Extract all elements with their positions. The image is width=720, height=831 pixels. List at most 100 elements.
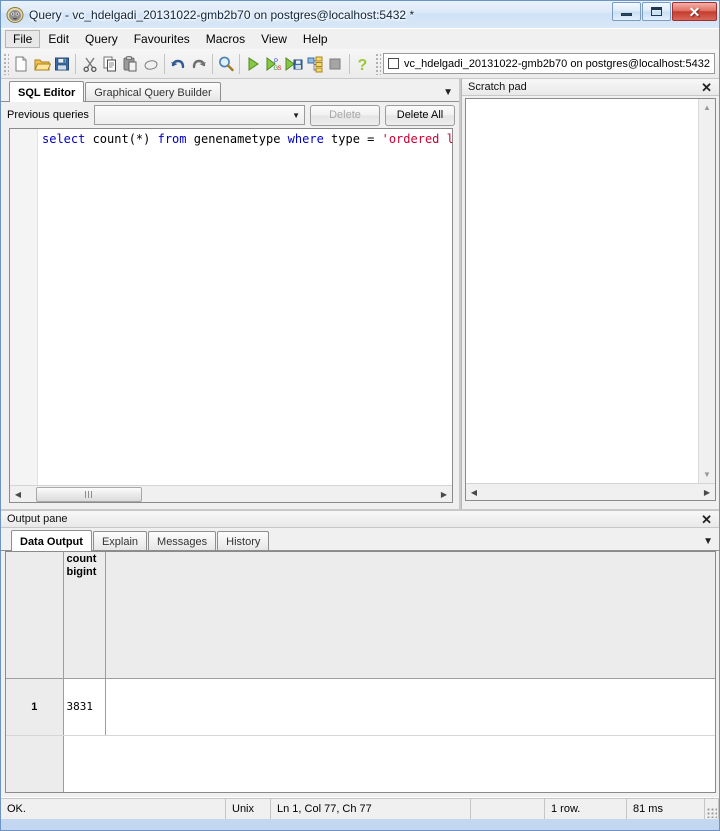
menu-item-query[interactable]: Query: [77, 30, 126, 48]
sql-text-editor[interactable]: select count(*) from genenametype where …: [9, 128, 453, 503]
connection-combo[interactable]: vc_hdelgadi_20131022-gmb2b70 on postgres…: [382, 53, 715, 74]
chevron-down-icon[interactable]: ▼: [703, 536, 713, 547]
toolbar-separator: [75, 53, 77, 74]
close-x-icon[interactable]: ✕: [698, 81, 715, 94]
eraser-icon[interactable]: [141, 52, 161, 76]
close-x-icon: ✕: [688, 3, 701, 20]
delete-button[interactable]: Delete: [310, 104, 380, 126]
tab-sql-editor[interactable]: SQL Editor: [9, 81, 85, 102]
resize-grip-icon: [707, 808, 717, 818]
maximize-icon: [651, 7, 662, 16]
maximize-button[interactable]: [642, 2, 671, 21]
menu-item-help[interactable]: Help: [295, 30, 336, 48]
tab-graphical-query-builder[interactable]: Graphical Query Builder: [85, 82, 221, 101]
triangle-up-icon[interactable]: ▲: [700, 100, 715, 115]
menu-item-view[interactable]: View: [253, 30, 295, 48]
connection-checkbox[interactable]: [387, 58, 399, 69]
triangle-left-icon[interactable]: ◀: [466, 485, 482, 500]
triangle-left-icon[interactable]: ◀: [10, 487, 26, 502]
menu-item-macros[interactable]: Macros: [198, 30, 253, 48]
work-area: SQL Editor Graphical Query Builder ▼ Pre…: [1, 79, 719, 509]
toolbar-separator: [348, 53, 350, 74]
triangle-down-icon[interactable]: ▼: [700, 467, 715, 482]
paste-icon[interactable]: [120, 52, 140, 76]
toolbar: P G S ? vc_hdelgadi_20131022-gmb2b70 on …: [1, 49, 719, 79]
output-pane-caption: Output pane ✕: [1, 511, 719, 528]
status-duration: 81 ms: [627, 798, 705, 819]
row-number[interactable]: 1: [6, 678, 64, 736]
undo-arrow-icon[interactable]: [168, 52, 188, 76]
triangle-right-icon[interactable]: ▶: [699, 485, 715, 500]
sql-token-plain: type =: [323, 132, 382, 146]
previous-queries-combo[interactable]: ▼: [93, 105, 305, 125]
menu-item-edit[interactable]: Edit: [40, 30, 77, 48]
scratch-pad-vscrollbar[interactable]: ▲ ▼: [698, 99, 715, 483]
tab-data-output[interactable]: Data Output: [11, 530, 92, 551]
table-row[interactable]: 1 3831: [6, 678, 715, 736]
scratch-pad-title: Scratch pad: [468, 81, 527, 93]
connection-label: vc_hdelgadi_20131022-gmb2b70 on postgres…: [403, 57, 710, 70]
svg-text:S: S: [277, 66, 281, 72]
window-controls: ✕: [611, 2, 717, 21]
minimize-button[interactable]: [612, 2, 641, 21]
scratch-pad-hscrollbar[interactable]: ◀ ▶: [466, 483, 715, 500]
editor-tab-bar: SQL Editor Graphical Query Builder ▼: [1, 79, 459, 102]
menu-item-file[interactable]: File: [5, 30, 41, 48]
new-file-icon[interactable]: [11, 52, 31, 76]
table-header-row: count bigint: [6, 552, 715, 680]
open-folder-icon[interactable]: [31, 52, 51, 76]
output-tab-bar: Data Output Explain Messages History ▼: [1, 528, 719, 551]
status-line-ending: Unix: [226, 798, 271, 819]
help-question-icon[interactable]: ?: [353, 52, 373, 76]
menu-item-favourites[interactable]: Favourites: [126, 30, 198, 48]
menu-bar: File Edit Query Favourites Macros View H…: [1, 28, 719, 49]
window-resize-grip[interactable]: [705, 798, 719, 819]
pane-spacer: [1, 503, 459, 509]
toolbar-grip[interactable]: [3, 52, 9, 75]
previous-queries-row: Previous queries ▼ Delete Delete All: [1, 102, 459, 128]
hscroll-track[interactable]: [26, 486, 436, 502]
table-empty-row: [6, 735, 715, 792]
stop-icon[interactable]: [325, 52, 345, 76]
explain-plan-icon[interactable]: [305, 52, 325, 76]
scratch-pad-pane: Scratch pad ✕ ▲ ▼ ◀ ▶: [461, 79, 719, 509]
grid-empty-area: [63, 735, 715, 792]
close-x-icon[interactable]: ✕: [698, 513, 715, 526]
result-table: count bigint 1 3831: [6, 552, 715, 792]
sql-editor-hscrollbar[interactable]: ◀ ▶: [10, 485, 452, 502]
find-magnifier-icon[interactable]: [216, 52, 236, 76]
grid-row-filler: [105, 678, 715, 736]
scratch-pad-textarea[interactable]: [466, 99, 698, 483]
scratch-pad-caption: Scratch pad ✕: [462, 79, 719, 96]
execute-to-file-icon[interactable]: [284, 52, 304, 76]
toolbar-grip-2[interactable]: [375, 52, 381, 75]
tab-explain[interactable]: Explain: [92, 531, 148, 550]
connection-combo-wrap: vc_hdelgadi_20131022-gmb2b70 on postgres…: [382, 53, 715, 75]
column-header-count[interactable]: count bigint: [63, 552, 106, 680]
pane-spacer: [462, 503, 719, 509]
grid-header-filler: [105, 552, 715, 680]
triangle-right-icon[interactable]: ▶: [436, 487, 452, 502]
redo-arrow-icon[interactable]: [189, 52, 209, 76]
cell-count[interactable]: 3831: [63, 678, 106, 736]
delete-all-button[interactable]: Delete All: [385, 104, 455, 126]
grid-corner-cell[interactable]: [6, 552, 64, 680]
sql-editor-text[interactable]: select count(*) from genenametype where …: [38, 129, 452, 485]
output-pane-title: Output pane: [7, 513, 68, 525]
execute-play-icon[interactable]: [243, 52, 263, 76]
sql-token-plain: count(*): [85, 132, 158, 146]
tab-history[interactable]: History: [217, 531, 270, 550]
close-button[interactable]: ✕: [672, 2, 717, 21]
data-output-grid[interactable]: count bigint 1 3831: [5, 551, 716, 793]
chevron-down-icon[interactable]: ▼: [443, 87, 453, 98]
cut-scissors-icon[interactable]: [79, 52, 99, 76]
tab-messages[interactable]: Messages: [148, 531, 217, 550]
save-icon[interactable]: [52, 52, 72, 76]
explain-pgs-icon[interactable]: P G S: [264, 52, 284, 76]
copy-icon[interactable]: [100, 52, 120, 76]
hscroll-thumb[interactable]: [36, 486, 142, 502]
scratch-pad-body[interactable]: ▲ ▼ ◀ ▶: [465, 98, 716, 501]
hscroll-track[interactable]: [482, 485, 699, 500]
sql-editor-body[interactable]: select count(*) from genenametype where …: [10, 129, 452, 485]
pane-spacer: [1, 793, 719, 797]
